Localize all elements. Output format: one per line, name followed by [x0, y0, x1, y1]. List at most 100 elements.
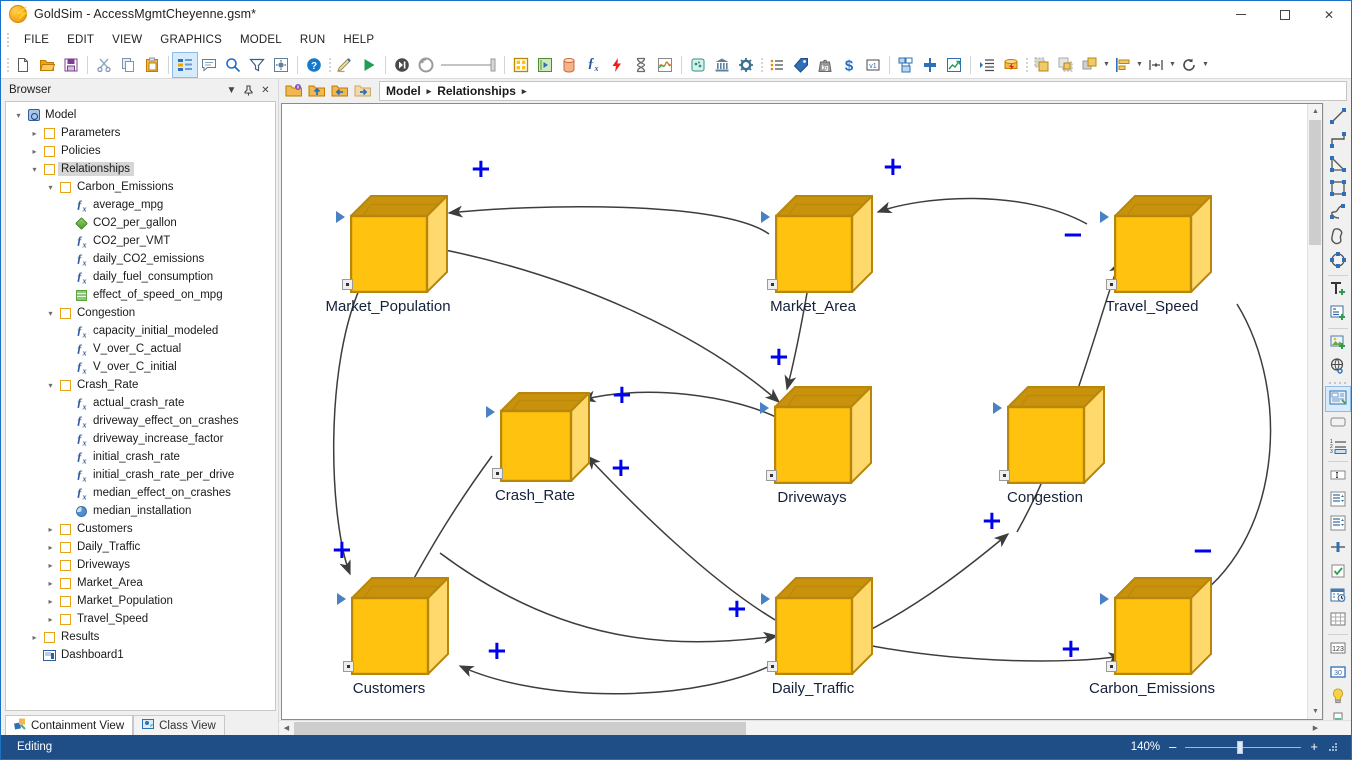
tree-item-model[interactable]: ▾ Model — [6, 106, 275, 124]
draw-polygon-tool[interactable] — [1326, 153, 1350, 177]
add-image-tool[interactable] — [1326, 331, 1350, 355]
resize-handle[interactable] — [767, 279, 778, 290]
port-marker-icon[interactable] — [993, 402, 1002, 414]
edit-mode-button[interactable] — [333, 53, 357, 77]
diagram-node-daily-traffic[interactable]: Daily_Traffic — [761, 575, 875, 697]
zoom-slider-knob[interactable] — [1237, 740, 1244, 754]
insert-submodel-button[interactable] — [533, 53, 557, 77]
tree-expander[interactable]: ▸ — [28, 124, 41, 142]
paste-button[interactable] — [140, 53, 164, 77]
resize-handle[interactable] — [343, 661, 354, 672]
draw-freeform-tool[interactable] — [1326, 225, 1350, 249]
tree-item-carbon-emissions[interactable]: ▾ Carbon_Emissions — [6, 178, 275, 196]
tree-expander[interactable]: ▾ — [44, 304, 57, 322]
tree-expander[interactable]: ▸ — [44, 610, 57, 628]
resize-handle[interactable] — [1106, 661, 1117, 672]
dashboard-panel-tool[interactable] — [1324, 386, 1351, 412]
save-button[interactable] — [59, 53, 83, 77]
insert-value-button[interactable]: v1 — [861, 53, 885, 77]
chevron-down-icon[interactable]: ▼ — [1102, 53, 1111, 77]
minimize-button[interactable] — [1219, 1, 1263, 28]
tree-item-median-installation[interactable]: median_installation — [6, 502, 275, 520]
distribute-button[interactable] — [1144, 53, 1168, 77]
breadcrumb[interactable]: Model ▸ Relationships ▸ — [379, 81, 1347, 101]
insert-pool-button[interactable] — [557, 53, 581, 77]
zoom-out-button[interactable]: – — [1169, 740, 1176, 753]
add-checkbox-control[interactable] — [1326, 560, 1350, 584]
zoom-slider[interactable] — [1185, 740, 1302, 754]
browser-button[interactable] — [172, 51, 198, 78]
browser-menu-button[interactable]: ▼ — [223, 82, 240, 99]
filter-button[interactable] — [245, 53, 269, 77]
go-parent-button[interactable] — [283, 81, 304, 101]
canvas-horizontal-scrollbar[interactable]: ◀ ▶ — [279, 720, 1351, 736]
tree-item-market-area[interactable]: ▸ Market_Area — [6, 574, 275, 592]
tree-item-co2-per-gallon[interactable]: CO2_per_gallon — [6, 214, 275, 232]
run-button[interactable] — [357, 53, 381, 77]
port-marker-icon[interactable] — [1100, 593, 1109, 605]
diagram-node-market-area[interactable]: Market_Area — [761, 193, 875, 315]
menu-model[interactable]: MODEL — [231, 31, 291, 49]
tree-expander[interactable]: ▸ — [44, 538, 57, 556]
tree-item-daily-fuel-consumption[interactable]: ƒx daily_fuel_consumption — [6, 268, 275, 286]
tree-expander[interactable]: ▸ — [28, 142, 41, 160]
add-button-control[interactable] — [1326, 411, 1350, 435]
diagram-node-customers[interactable]: Customers — [337, 575, 451, 697]
resize-handle[interactable] — [767, 661, 778, 672]
scroll-down-button[interactable]: ▼ — [1308, 704, 1322, 719]
tree-item-policies[interactable]: ▸ Policies — [6, 142, 275, 160]
menu-file[interactable]: FILE — [15, 31, 58, 49]
tree-item-average-mpg[interactable]: ƒx average_mpg — [6, 196, 275, 214]
tree-item-dashboard1[interactable]: Dashboard1 — [6, 646, 275, 664]
add-indicator[interactable] — [1326, 685, 1350, 709]
menu-graphics[interactable]: GRAPHICS — [151, 31, 231, 49]
tree-item-travel-speed[interactable]: ▸ Travel_Speed — [6, 610, 275, 628]
tab-containment-view[interactable]: Containment View — [5, 715, 134, 735]
tree-item-driveway-increase-factor[interactable]: ƒx driveway_increase_factor — [6, 430, 275, 448]
tree-expander[interactable]: ▸ — [44, 592, 57, 610]
tree-item-actual-crash-rate[interactable]: ƒx actual_crash_rate — [6, 394, 275, 412]
tree-item-initial-crash-rate-per-drive[interactable]: ƒx initial_crash_rate_per_drive — [6, 466, 275, 484]
tree-item-driveway-effect-on-crashes[interactable]: ƒx driveway_effect_on_crashes — [6, 412, 275, 430]
time-slider[interactable] — [438, 53, 500, 77]
tree-item-daily-co2-emissions[interactable]: ƒx daily_CO2_emissions — [6, 250, 275, 268]
tree-item-relationships[interactable]: ▾ Relationships — [6, 160, 275, 178]
go-up-button[interactable] — [306, 81, 327, 101]
tree-item-co2-per-vmt[interactable]: ƒx CO2_per_VMT — [6, 232, 275, 250]
resize-handle[interactable] — [342, 279, 353, 290]
resize-handle[interactable] — [766, 470, 777, 481]
diagram-node-crash-rate[interactable]: Crash_Rate — [486, 390, 592, 504]
cut-button[interactable] — [92, 53, 116, 77]
tree-expander[interactable]: ▾ — [44, 376, 57, 394]
diagram-node-travel-speed[interactable]: Travel_Speed — [1100, 193, 1214, 315]
close-icon[interactable]: ✕ — [257, 82, 274, 99]
new-button[interactable] — [11, 53, 35, 77]
tree-expander[interactable]: ▸ — [44, 574, 57, 592]
insert-timeseries-button[interactable] — [653, 53, 677, 77]
tree-item-driveways[interactable]: ▸ Driveways — [6, 556, 275, 574]
chevron-down-icon[interactable]: ▼ — [1168, 53, 1177, 77]
breadcrumb-dropdown-icon[interactable]: ▸ — [522, 86, 527, 97]
diagram-node-congestion[interactable]: Congestion — [993, 384, 1107, 506]
menu-help[interactable]: HELP — [334, 31, 383, 49]
tree-item-customers[interactable]: ▸ Customers — [6, 520, 275, 538]
tree-expander[interactable]: ▸ — [28, 628, 41, 646]
go-forward-button[interactable] — [352, 81, 373, 101]
tree-item-market-population[interactable]: ▸ Market_Population — [6, 592, 275, 610]
align-button[interactable] — [918, 53, 942, 77]
tree-item-crash-rate[interactable]: ▾ Crash_Rate — [6, 376, 275, 394]
port-marker-icon[interactable] — [761, 211, 770, 223]
add-progress-bar[interactable] — [1326, 709, 1350, 720]
add-textbox-tool[interactable] — [1326, 302, 1350, 326]
draw-polyline-tool[interactable] — [1326, 129, 1350, 153]
tree-item-v-over-c-initial[interactable]: ƒx V_over_C_initial — [6, 358, 275, 376]
insert-tag-button[interactable] — [789, 53, 813, 77]
tree-item-effect-of-speed-on-mpg[interactable]: effect_of_speed_on_mpg — [6, 286, 275, 304]
bring-front-button[interactable] — [1030, 53, 1054, 77]
insert-process-button[interactable] — [734, 53, 758, 77]
canvas-vertical-scrollbar[interactable]: ▲ ▼ — [1307, 104, 1322, 719]
tree-item-daily-traffic[interactable]: ▸ Daily_Traffic — [6, 538, 275, 556]
open-button[interactable] — [35, 53, 59, 77]
add-datetime-control[interactable] — [1326, 584, 1350, 608]
breadcrumb-item-relationships[interactable]: Relationships — [437, 84, 516, 98]
